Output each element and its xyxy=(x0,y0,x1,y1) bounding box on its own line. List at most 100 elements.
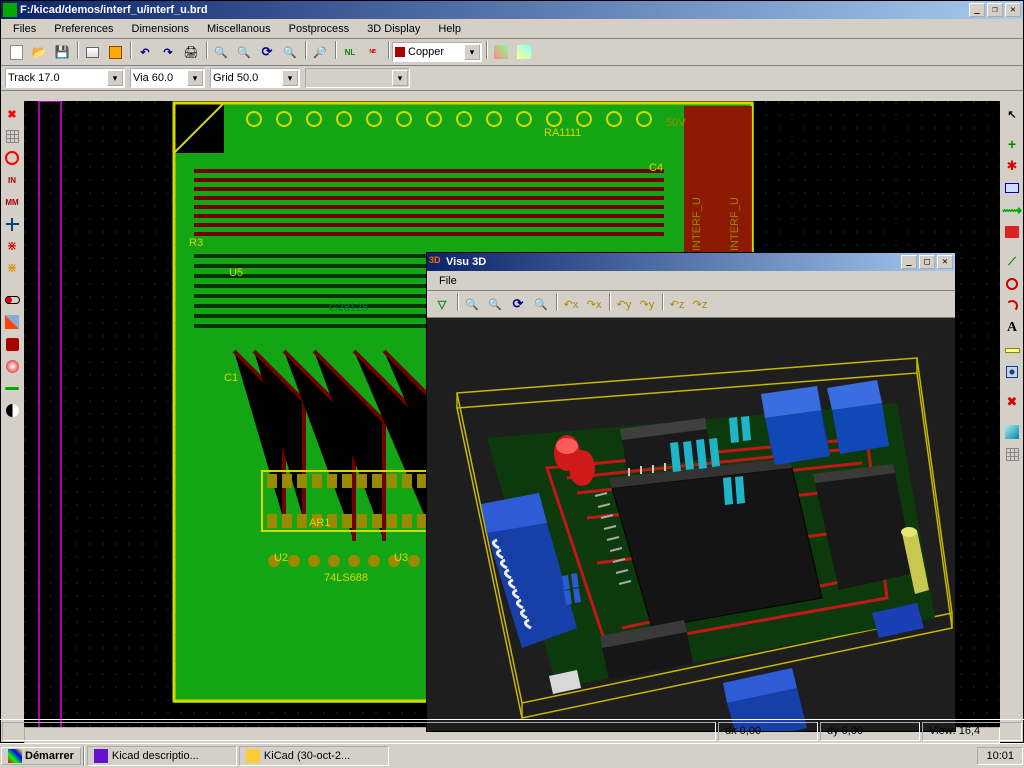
svg-text:U3: U3 xyxy=(394,552,408,564)
open-button[interactable] xyxy=(28,41,50,63)
mode-button-1[interactable] xyxy=(490,41,512,63)
add-target-tool[interactable] xyxy=(1001,361,1023,383)
separator xyxy=(332,41,338,63)
v3d-options-button[interactable] xyxy=(431,293,453,315)
v3d-rotz-neg-button[interactable]: ↶z xyxy=(666,293,688,315)
viewer3d-canvas[interactable] xyxy=(427,318,955,731)
v3d-redraw-button[interactable] xyxy=(507,293,529,315)
menu-files[interactable]: Files xyxy=(5,22,44,36)
v3d-roty-neg-button[interactable]: ↶y xyxy=(613,293,635,315)
zoom-combo[interactable] xyxy=(305,68,410,88)
offset-tool[interactable] xyxy=(1001,421,1023,443)
zoom-in-button[interactable] xyxy=(210,41,232,63)
drc-button[interactable]: ᴺᴱ xyxy=(362,41,384,63)
refresh-button[interactable] xyxy=(256,41,278,63)
taskbar-divider xyxy=(83,746,85,766)
grid-origin-tool[interactable] xyxy=(1001,443,1023,465)
v3d-zoomout-button[interactable] xyxy=(484,293,506,315)
svg-text:INTERF_U: INTERF_U xyxy=(729,197,741,251)
page-button[interactable] xyxy=(81,41,103,63)
separator xyxy=(203,41,209,63)
autodelete-toggle[interactable] xyxy=(1,289,23,311)
netlist-button[interactable]: NL xyxy=(339,41,361,63)
local-ratsnest-tool[interactable]: ✱ xyxy=(1001,155,1023,177)
ratsnest-toggle[interactable]: ⋇ xyxy=(1,235,23,257)
menu-3ddisplay[interactable]: 3D Display xyxy=(359,22,428,36)
menu-help[interactable]: Help xyxy=(430,22,469,36)
task-kicad[interactable]: KiCad (30-oct-2... xyxy=(239,746,389,766)
add-module-tool[interactable] xyxy=(1001,177,1023,199)
pad-show-toggle[interactable] xyxy=(1,333,23,355)
via-show-toggle[interactable] xyxy=(1,355,23,377)
viewer3d-maximize[interactable]: □ xyxy=(919,255,935,269)
print-button[interactable] xyxy=(180,41,202,63)
separator xyxy=(302,41,308,63)
svg-text:R3: R3 xyxy=(189,237,203,249)
menu-postprocess[interactable]: Postprocess xyxy=(281,22,358,36)
add-text-tool[interactable] xyxy=(1001,317,1023,339)
separator xyxy=(385,41,391,63)
viewer3d-titlebar[interactable]: 3D Visu 3D _ □ ✕ xyxy=(427,253,955,271)
add-dimension-tool[interactable] xyxy=(1001,339,1023,361)
v3d-zoomfit-button[interactable] xyxy=(530,293,552,315)
via-combo[interactable]: Via 60.0 xyxy=(130,68,205,88)
svg-text:C1: C1 xyxy=(224,372,238,384)
delete-tool[interactable] xyxy=(1001,391,1023,413)
viewer3d-close[interactable]: ✕ xyxy=(937,255,953,269)
save-button[interactable] xyxy=(51,41,73,63)
select-tool[interactable] xyxy=(1001,103,1023,125)
menu-preferences[interactable]: Preferences xyxy=(46,22,121,36)
close-button[interactable]: ✕ xyxy=(1005,3,1021,17)
menu-miscellanous[interactable]: Miscellanous xyxy=(199,22,279,36)
mode-button-2[interactable] xyxy=(513,41,535,63)
add-line-tool[interactable] xyxy=(1001,251,1023,273)
main-statusbar: dx 0,00 dy 0,00 View: 16,4 xyxy=(0,719,1024,743)
highlight-net-tool[interactable] xyxy=(1001,133,1023,155)
viewer3d-minimize[interactable]: _ xyxy=(901,255,917,269)
find-button[interactable]: 🔎 xyxy=(309,41,331,63)
menu-dimensions[interactable]: Dimensions xyxy=(124,22,197,36)
grid-combo[interactable]: Grid 50.0 xyxy=(210,68,300,88)
zoom-out-button[interactable] xyxy=(233,41,255,63)
cursor-shape-button[interactable] xyxy=(1,213,23,235)
left-toolbar: ✖ IN MM ⋇ ⋇ xyxy=(0,101,24,727)
svg-text:50V: 50V xyxy=(666,117,686,129)
start-button[interactable]: Démarrer xyxy=(1,747,81,765)
v3d-roty-pos-button[interactable]: ↷y xyxy=(636,293,658,315)
zones-toggle[interactable] xyxy=(1,311,23,333)
add-arc-tool[interactable] xyxy=(1001,295,1023,317)
new-button[interactable] xyxy=(5,41,27,63)
undo-button[interactable] xyxy=(134,41,156,63)
v3d-rotz-pos-button[interactable]: ↷z xyxy=(689,293,711,315)
layer-combo[interactable]: Copper xyxy=(392,42,482,62)
v3d-rotx-neg-button[interactable]: ↶x xyxy=(560,293,582,315)
svg-text:C4: C4 xyxy=(649,162,663,174)
polar-toggle[interactable] xyxy=(1,147,23,169)
viewer3d-window[interactable]: 3D Visu 3D _ □ ✕ File ↶x ↷x ↶y ↷y ↶z ↷z xyxy=(426,252,956,732)
module-button[interactable] xyxy=(104,41,126,63)
units-in-button[interactable]: IN xyxy=(1,169,23,191)
zoom-fit-button[interactable] xyxy=(279,41,301,63)
v3d-zoomin-button[interactable] xyxy=(461,293,483,315)
minimize-button[interactable]: _ xyxy=(969,3,985,17)
contrast-toggle[interactable] xyxy=(1,399,23,421)
task-kicad-desc[interactable]: Kicad descriptio... xyxy=(87,746,237,766)
svg-text:74LS688: 74LS688 xyxy=(324,572,368,584)
v3d-rotx-pos-button[interactable]: ↷x xyxy=(583,293,605,315)
track-combo[interactable]: Track 17.0 xyxy=(5,68,125,88)
grid-toggle[interactable] xyxy=(1,125,23,147)
maximize-button[interactable]: ❐ xyxy=(987,3,1003,17)
layer-combo-value: Copper xyxy=(408,46,444,58)
taskbar: Démarrer Kicad descriptio... KiCad (30-o… xyxy=(0,743,1024,768)
main-titlebar[interactable]: F:/kicad/demos/interf_u/interf_u.brd _ ❐… xyxy=(1,1,1023,19)
units-mm-button[interactable]: MM xyxy=(1,191,23,213)
viewer3d-menu-file[interactable]: File xyxy=(431,274,465,288)
track-show-toggle[interactable] xyxy=(1,377,23,399)
grid-combo-value: Grid 50.0 xyxy=(213,72,258,84)
add-zone-tool[interactable] xyxy=(1001,221,1023,243)
drc-toggle[interactable]: ✖ xyxy=(1,103,23,125)
module-ratsnest-toggle[interactable]: ⋇ xyxy=(1,257,23,279)
route-track-tool[interactable]: ⟿ xyxy=(1001,199,1023,221)
redo-button[interactable] xyxy=(157,41,179,63)
add-circle-tool[interactable] xyxy=(1001,273,1023,295)
